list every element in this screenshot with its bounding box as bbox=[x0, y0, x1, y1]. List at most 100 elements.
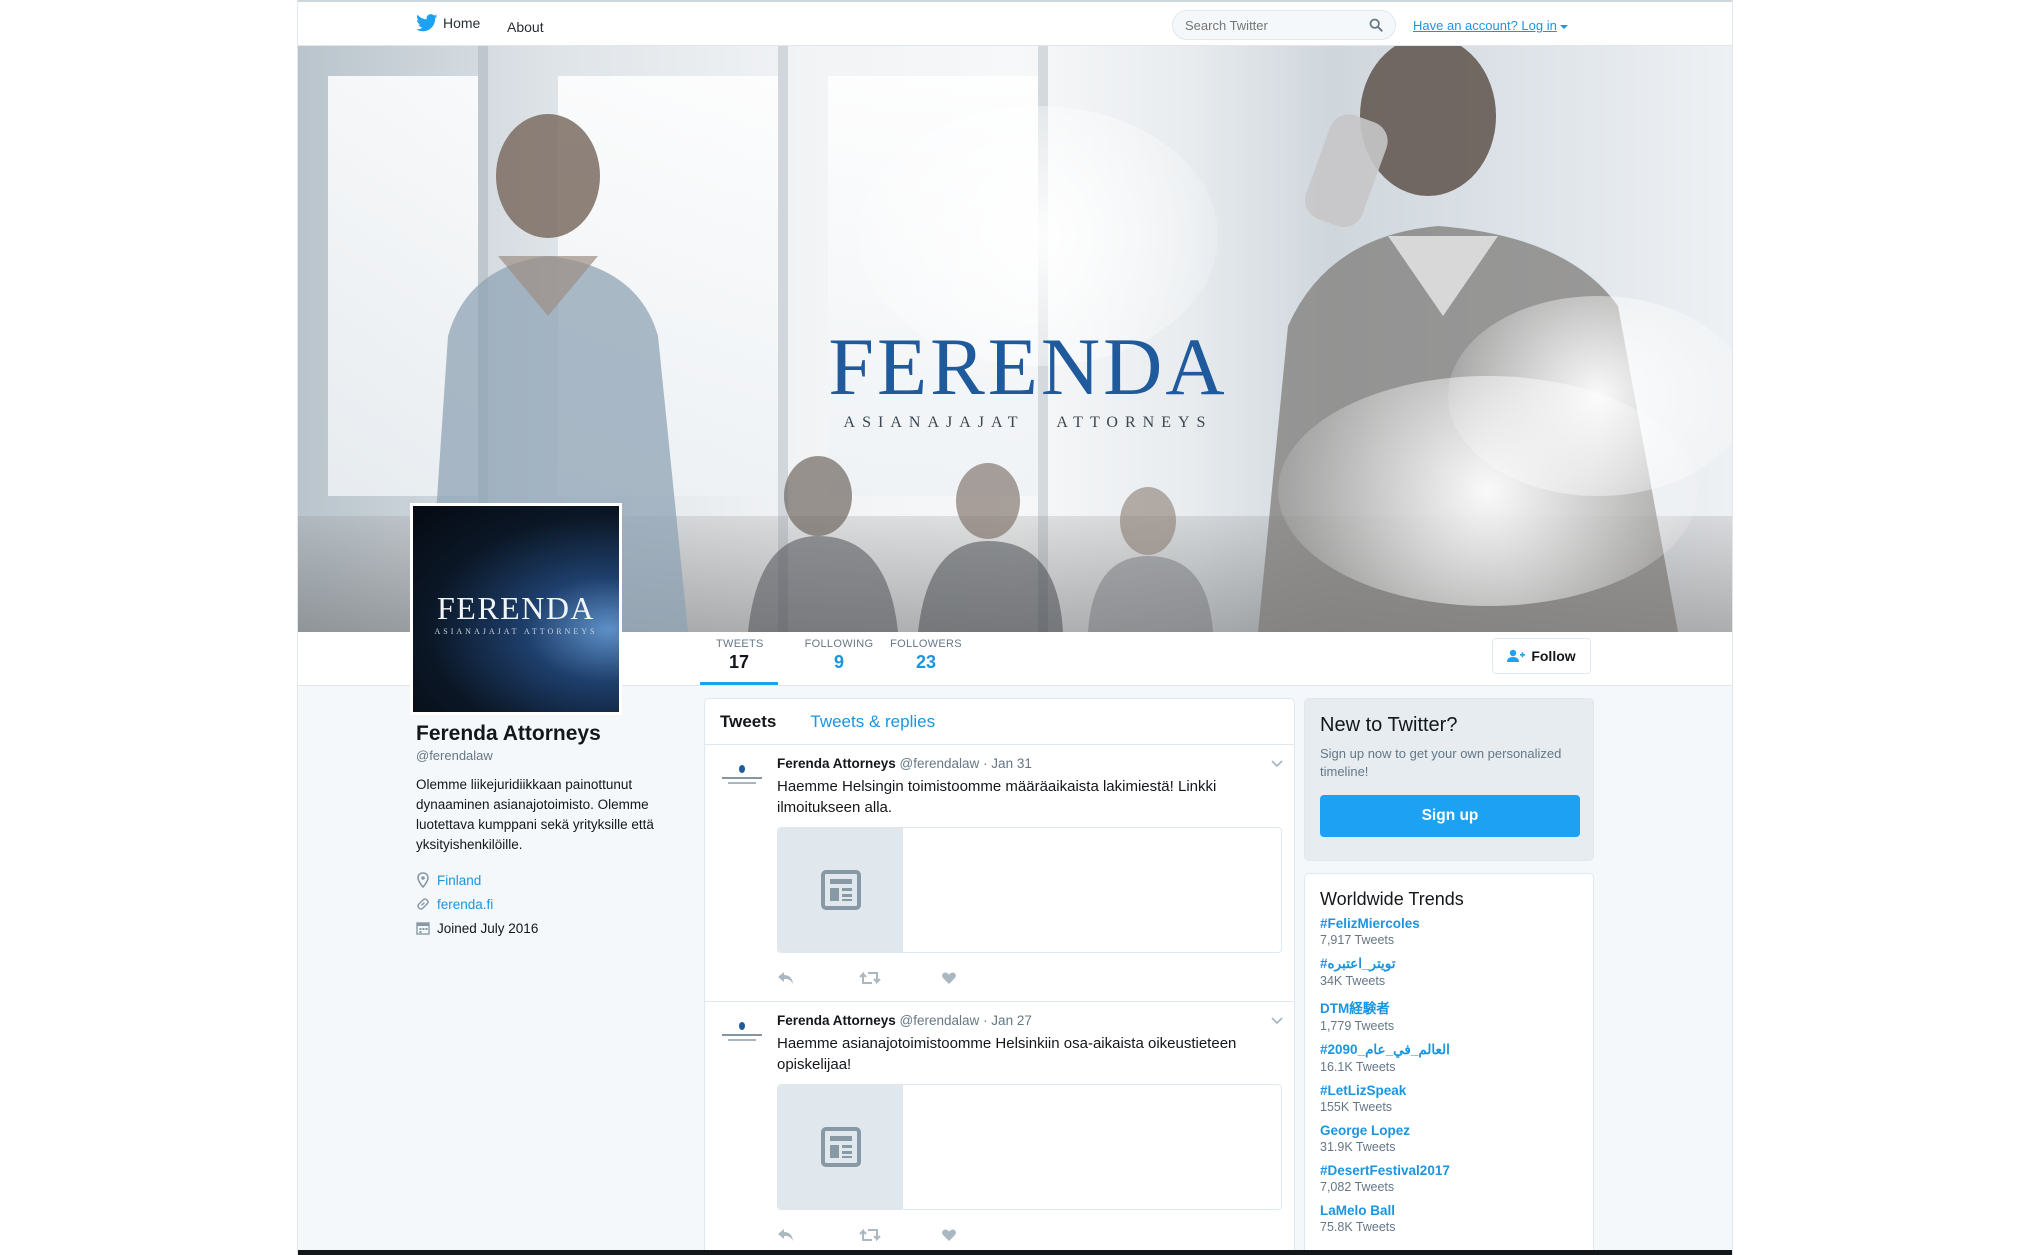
trends-module: Worldwide Trends #FelizMiercoles 7,917 Tw… bbox=[1304, 873, 1594, 1255]
profile-meta: Finland ferenda.fi Joined July 2016 bbox=[416, 871, 706, 937]
stat-following-label: FOLLOWING bbox=[804, 638, 874, 650]
card-thumbnail bbox=[778, 828, 903, 952]
trend-name[interactable]: #DesertFestival2017 bbox=[1320, 1163, 1578, 1178]
profile-card: Ferenda Attorneys @ferendalaw Olemme lii… bbox=[416, 722, 706, 943]
trend-item[interactable]: George Lopez 31.9K Tweets bbox=[1320, 1123, 1578, 1154]
trend-item[interactable]: DTM経験者 1,779 Tweets bbox=[1320, 997, 1578, 1033]
trend-item[interactable]: #العالم_في_عام_2090 16.1K Tweets bbox=[1320, 1042, 1578, 1074]
signup-module: New to Twitter? Sign up now to get your … bbox=[1304, 698, 1594, 861]
trend-name[interactable]: #LetLizSpeak bbox=[1320, 1083, 1578, 1098]
timeline-tabs: Tweets Tweets & replies bbox=[705, 699, 1294, 745]
trends-title: Worldwide Trends bbox=[1320, 889, 1464, 909]
retweet-icon[interactable] bbox=[859, 971, 941, 985]
search-icon[interactable] bbox=[1369, 18, 1383, 32]
trend-name[interactable]: #العالم_في_عام_2090 bbox=[1320, 1042, 1578, 1058]
login-label: Log in bbox=[1521, 18, 1557, 33]
chevron-down-icon[interactable] bbox=[1270, 759, 1284, 769]
profile-handle[interactable]: @ferendalaw bbox=[416, 748, 706, 763]
trend-item[interactable]: #تويتر_اعتبره 34K Tweets bbox=[1320, 956, 1578, 988]
calendar-icon bbox=[416, 922, 430, 935]
stat-following-value: 9 bbox=[833, 652, 844, 672]
reply-icon[interactable] bbox=[777, 1228, 859, 1242]
tweet-author-handle[interactable]: @ferendalaw bbox=[900, 756, 980, 771]
trend-item[interactable]: LaMelo Ball 75.8K Tweets bbox=[1320, 1203, 1578, 1234]
stat-followers[interactable]: FOLLOWERS 23 bbox=[888, 638, 964, 673]
stat-tweets[interactable]: TWEETS 17 bbox=[700, 638, 778, 685]
profile-location: Finland bbox=[416, 871, 706, 889]
banner-seated-people bbox=[748, 456, 1213, 632]
tweet-link-card[interactable] bbox=[777, 827, 1282, 953]
search-box[interactable] bbox=[1172, 10, 1396, 40]
tweet-header: Ferenda Attorneys @ferendalaw · Jan 27 bbox=[777, 1013, 1032, 1028]
nav-home-link[interactable]: Home bbox=[416, 14, 480, 32]
trend-item[interactable]: #FelizMiercoles 7,917 Tweets bbox=[1320, 916, 1578, 947]
chevron-down-icon[interactable] bbox=[1270, 1016, 1284, 1026]
trend-item[interactable]: #LetLizSpeak 155K Tweets bbox=[1320, 1083, 1578, 1114]
tweet-avatar[interactable] bbox=[720, 1022, 764, 1050]
trend-count: 7,917 Tweets bbox=[1320, 933, 1395, 947]
tweet-date[interactable]: · Jan 31 bbox=[983, 756, 1032, 771]
tweet-author-name[interactable]: Ferenda Attorneys bbox=[777, 756, 896, 771]
banner-brand-text: FERENDA bbox=[828, 321, 1228, 412]
tweet-author-handle[interactable]: @ferendalaw bbox=[900, 1013, 980, 1028]
twitter-bird-icon bbox=[416, 14, 438, 32]
location-pin-icon bbox=[417, 872, 429, 888]
stat-followers-label: FOLLOWERS bbox=[890, 638, 962, 650]
tweet-text: Haemme Helsingin toimistoomme määräaikai… bbox=[777, 778, 1217, 816]
avatar-tagline: ASIANAJAJAT ATTORNEYS bbox=[434, 627, 598, 636]
follow-button[interactable]: Follow bbox=[1492, 638, 1591, 674]
trend-name[interactable]: George Lopez bbox=[1320, 1123, 1578, 1138]
banner-logo: FERENDA ASIANAJAJAT ATTORNEYS bbox=[828, 326, 1228, 432]
tweet-actions bbox=[777, 1228, 1023, 1242]
tab-tweets[interactable]: Tweets bbox=[720, 712, 776, 732]
trend-name[interactable]: LaMelo Ball bbox=[1320, 1203, 1578, 1218]
trend-count: 34K Tweets bbox=[1320, 974, 1386, 988]
profile-avatar[interactable]: FERENDA ASIANAJAJAT ATTORNEYS bbox=[410, 503, 622, 715]
like-icon[interactable] bbox=[941, 971, 1023, 985]
retweet-icon[interactable] bbox=[859, 1228, 941, 1242]
profile-joined: Joined July 2016 bbox=[416, 919, 706, 937]
nav-home-label: Home bbox=[443, 15, 481, 31]
trend-count: 1,779 Tweets bbox=[1320, 1019, 1395, 1033]
trend-name[interactable]: #تويتر_اعتبره bbox=[1320, 956, 1578, 972]
tweet-author-name[interactable]: Ferenda Attorneys bbox=[777, 1013, 896, 1028]
stat-following[interactable]: FOLLOWING 9 bbox=[804, 638, 874, 673]
nav-about-link[interactable]: About bbox=[507, 19, 544, 35]
profile-location-text[interactable]: Finland bbox=[437, 873, 481, 888]
article-icon bbox=[820, 1127, 861, 1167]
trend-name[interactable]: #FelizMiercoles bbox=[1320, 916, 1578, 931]
trend-count: 155K Tweets bbox=[1320, 1100, 1393, 1114]
tweet-text: Haemme asianajotoimistoomme Helsinkiin o… bbox=[777, 1035, 1237, 1073]
banner-tagline: ASIANAJAJAT ATTORNEYS bbox=[843, 414, 1213, 431]
tweet-link-card[interactable] bbox=[777, 1084, 1282, 1210]
follow-label: Follow bbox=[1531, 648, 1576, 664]
login-prefix: Have an account? bbox=[1413, 18, 1518, 33]
chevron-down-icon bbox=[1559, 24, 1568, 29]
stat-followers-value: 23 bbox=[915, 652, 937, 672]
stat-tweets-value: 17 bbox=[728, 652, 750, 672]
article-icon bbox=[820, 870, 861, 910]
tweet[interactable]: Ferenda Attorneys @ferendalaw · Jan 27 H… bbox=[705, 1002, 1294, 1255]
link-icon bbox=[417, 898, 429, 910]
trend-name[interactable]: DTM経験者 bbox=[1320, 997, 1578, 1017]
profile-name[interactable]: Ferenda Attorneys bbox=[416, 722, 706, 746]
reply-icon[interactable] bbox=[777, 971, 859, 985]
twitter-profile-page: Home About Have an account? Log in bbox=[297, 0, 1733, 1255]
tweet-avatar[interactable] bbox=[720, 765, 764, 793]
signup-text: Sign up now to get your own personalized… bbox=[1320, 746, 1562, 779]
banner-cloud bbox=[1448, 296, 1732, 496]
login-link[interactable]: Have an account? Log in bbox=[1413, 18, 1568, 33]
trend-count: 31.9K Tweets bbox=[1320, 1140, 1396, 1154]
trend-count: 7,082 Tweets bbox=[1320, 1180, 1395, 1194]
stat-tweets-label: TWEETS bbox=[716, 638, 764, 650]
like-icon[interactable] bbox=[941, 1228, 1023, 1242]
add-user-icon bbox=[1507, 649, 1526, 662]
signup-button[interactable]: Sign up bbox=[1320, 795, 1580, 837]
search-input[interactable] bbox=[1185, 17, 1369, 33]
tweet-date[interactable]: · Jan 27 bbox=[983, 1013, 1032, 1028]
profile-website-link[interactable]: ferenda.fi bbox=[437, 897, 493, 912]
trend-item[interactable]: #DesertFestival2017 7,082 Tweets bbox=[1320, 1163, 1578, 1194]
tweet[interactable]: Ferenda Attorneys @ferendalaw · Jan 31 H… bbox=[705, 745, 1294, 1002]
tab-tweets-replies[interactable]: Tweets & replies bbox=[810, 712, 935, 732]
tweet-header: Ferenda Attorneys @ferendalaw · Jan 31 bbox=[777, 756, 1032, 771]
